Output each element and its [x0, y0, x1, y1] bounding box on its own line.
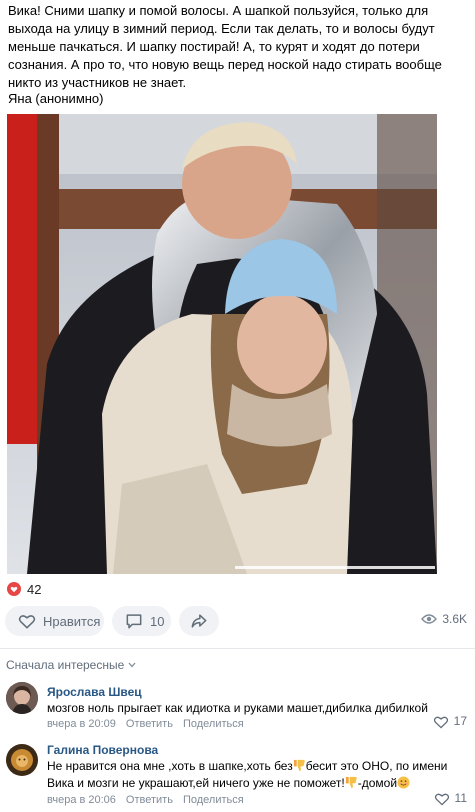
- post-body: Вика! Сними шапку и помой волосы. А шапк…: [8, 3, 442, 90]
- comment-text-part: -домой: [357, 776, 398, 790]
- thumbs-down-emoji-icon: [293, 759, 305, 772]
- post-text: Вика! Сними шапку и помой волосы. А шапк…: [8, 2, 470, 92]
- comment-item: Ярослава Швец мозгов ноль прыгает как ид…: [0, 682, 475, 732]
- like-button-label: Нравится: [43, 613, 101, 629]
- comment-text: мозгов ноль прыгает как идиотка и руками…: [47, 701, 428, 715]
- comment-time[interactable]: вчера в 20:06: [47, 794, 116, 806]
- likes-summary[interactable]: 42: [7, 580, 41, 598]
- share-icon: [191, 614, 207, 628]
- sort-label: Сначала интересные: [6, 658, 125, 672]
- share-button[interactable]: [179, 606, 219, 636]
- comment-like-button[interactable]: 17: [432, 713, 467, 729]
- comment-likes-count: 11: [454, 791, 467, 805]
- like-outline-icon: [434, 793, 449, 806]
- like-button[interactable]: Нравится: [5, 606, 104, 636]
- avatar-image: [6, 744, 38, 776]
- likes-count: 42: [27, 581, 42, 597]
- photo-illustration: [7, 114, 437, 574]
- avatar-image: [6, 682, 38, 714]
- comment-time[interactable]: вчера в 20:09: [47, 718, 116, 730]
- chevron-down-icon: [128, 662, 136, 668]
- comments-sort-selector[interactable]: Сначала интересные: [6, 658, 136, 672]
- comment-meta: вчера в 20:09 Ответить Поделиться: [47, 718, 244, 730]
- comments-count: 10: [150, 613, 165, 629]
- comment-meta: вчера в 20:06 Ответить Поделиться: [47, 794, 244, 806]
- post-photo[interactable]: [7, 114, 437, 574]
- views-counter: 3.6K: [421, 612, 467, 626]
- comment-likes-count: 17: [453, 714, 467, 728]
- comment-author[interactable]: Галина Повернова: [47, 743, 158, 757]
- divider: [0, 648, 475, 649]
- post-actions: Нравится 10 3.6K: [0, 606, 475, 636]
- reply-link[interactable]: Ответить: [126, 718, 173, 730]
- avatar[interactable]: [6, 744, 38, 776]
- share-link[interactable]: Поделиться: [183, 794, 244, 806]
- reply-link[interactable]: Ответить: [126, 794, 173, 806]
- avatar[interactable]: [6, 682, 38, 714]
- comment-author[interactable]: Ярослава Швец: [47, 685, 142, 699]
- eye-icon: [421, 614, 438, 624]
- comment-item: Галина Повернова Не нравится она мне ,хо…: [0, 740, 475, 808]
- comment-icon: [126, 614, 142, 629]
- views-count: 3.6K: [442, 612, 467, 626]
- smile-emoji-icon: [397, 776, 410, 789]
- post-signature: Яна (анонимно): [8, 91, 104, 106]
- like-outline-icon: [433, 716, 448, 729]
- share-link[interactable]: Поделиться: [183, 718, 244, 730]
- comment-like-button[interactable]: 11: [433, 790, 467, 806]
- comment-text: Не нравится она мне ,хоть в шапке,хоть б…: [47, 758, 465, 792]
- thumbs-down-emoji-icon: [345, 776, 357, 789]
- like-outline-icon: [18, 615, 36, 629]
- comment-text-part: Не нравится она мне ,хоть в шапке,хоть б…: [47, 759, 293, 773]
- comment-button[interactable]: 10: [112, 606, 171, 636]
- heart-icon: [7, 582, 21, 596]
